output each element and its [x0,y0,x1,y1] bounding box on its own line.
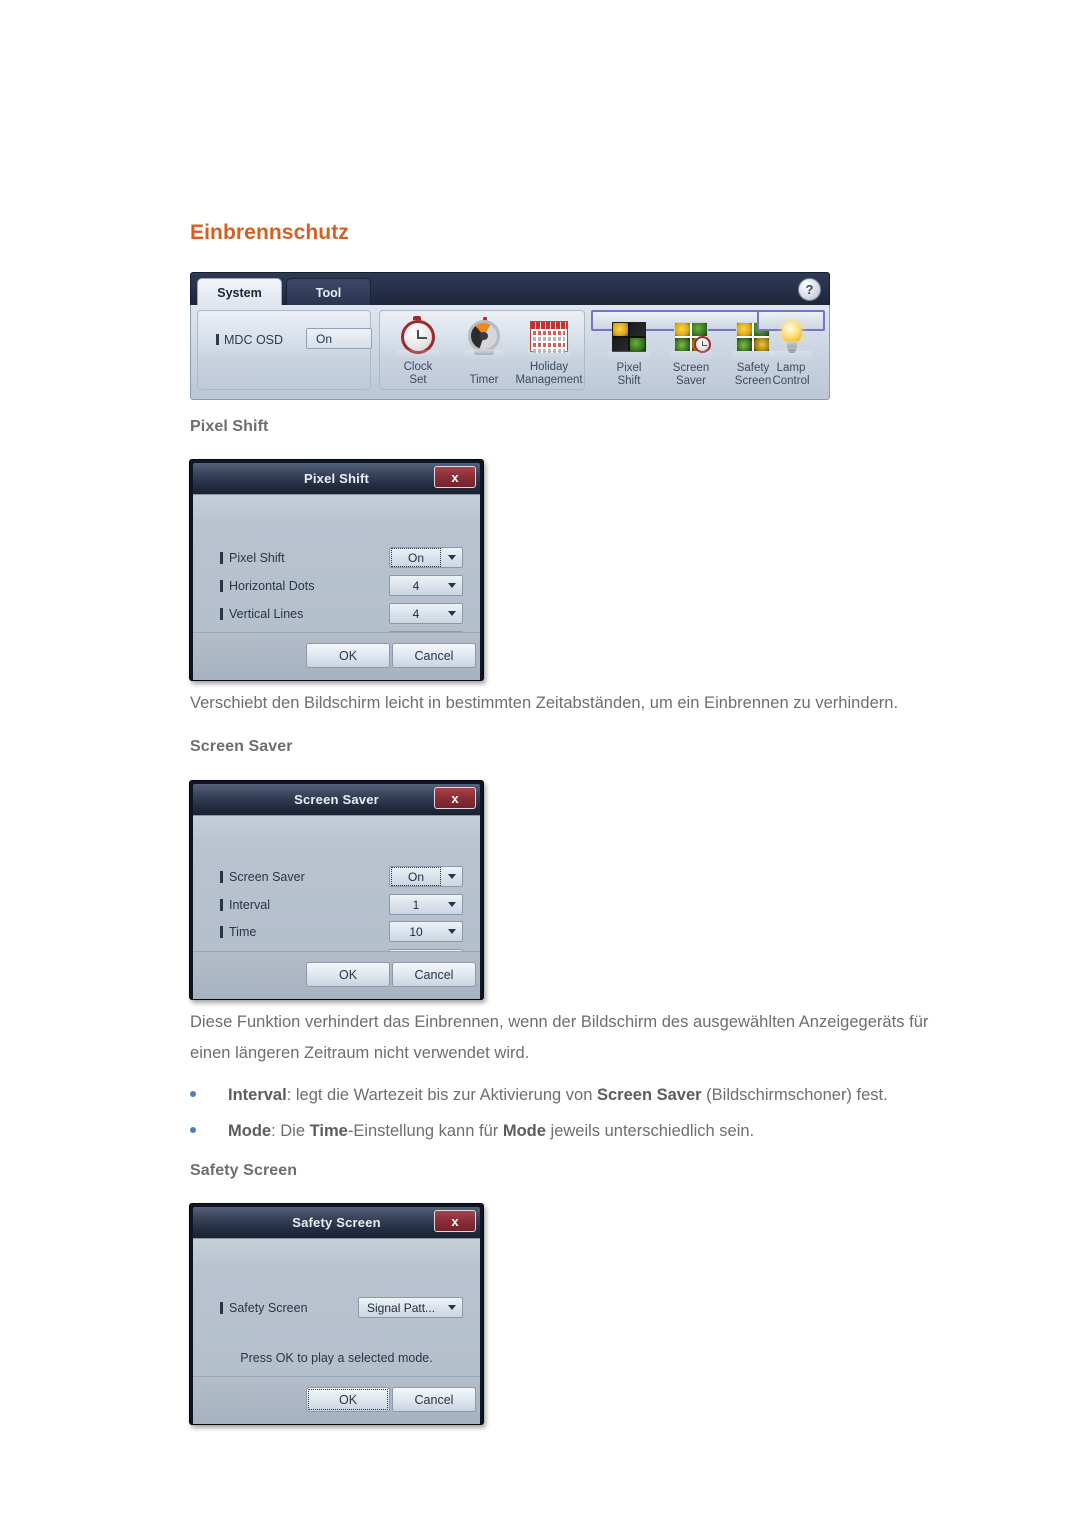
toolbar-item-pixel-shift[interactable]: Pixel Shift [597,316,661,388]
toolbar-item-timer[interactable]: Timer [452,315,516,387]
label-bullet-bar [216,334,219,345]
vertical-lines-select[interactable]: 4 [389,603,463,624]
tab-strip: System Tool ? [190,272,830,306]
dialog-title-bar: Screen Saver x [193,784,480,815]
timer-icon [463,317,505,359]
bullet-icon [190,1127,196,1133]
horizontal-dots-select[interactable]: 4 [389,575,463,596]
toolbar-group-lamp: Lamp Control [757,310,825,387]
cancel-button[interactable]: Cancel [392,962,476,987]
pixel-shift-dialog: Pixel Shift x Pixel Shift On Horizontal … [189,459,484,681]
ok-button[interactable]: OK [306,962,390,987]
pixel-shift-description: Verschiebt den Bildschirm leicht in best… [190,694,899,712]
bullet-interval: Interval: legt die Wartezeit bis zur Akt… [190,1080,990,1111]
toolbar-item-screen-saver[interactable]: Screen Saver [659,316,723,388]
mdc-toolbar: System Tool ? MDC OSD On Clock Set Timer… [190,272,830,400]
clock-icon [397,316,439,359]
interval-select[interactable]: 1 [389,894,463,915]
dialog-row: Screen Saver On [193,864,480,890]
toolbar-group-osd: MDC OSD On [197,310,372,390]
dialog-row: Time 10 [193,919,480,945]
dialog-body: Screen Saver On Interval 1 Time 10 OK Ca… [193,815,480,999]
tab-tool[interactable]: Tool [286,278,371,306]
safety-screen-select[interactable]: Signal Patt... [358,1297,463,1318]
screen-saver-select[interactable]: On [389,866,463,887]
pixel-shift-select[interactable]: On [389,547,463,568]
screen-saver-dialog: Screen Saver x Screen Saver On Interval … [189,780,484,1000]
dialog-row: Horizontal Dots 4 [193,573,480,599]
close-icon[interactable]: x [434,1210,476,1232]
dialog-row: Pixel Shift On [193,545,480,571]
chevron-down-icon [448,611,456,616]
dialog-body: Safety Screen Signal Patt... Press OK to… [193,1238,480,1424]
dialog-footer: OK Cancel [193,1377,480,1424]
dialog-row: Safety Screen Signal Patt... [193,1295,480,1321]
dialog-footer: OK Cancel [193,952,480,999]
chevron-down-icon [448,1305,456,1310]
section-heading-screen-saver: Screen Saver [190,738,293,755]
bullet-icon [190,1091,196,1097]
safety-screen-dialog: Safety Screen x Safety Screen Signal Pat… [189,1203,484,1425]
dialog-row: Vertical Lines 4 [193,601,480,627]
pixel-shift-icon [608,320,650,360]
screen-saver-description-line2: einen längeren Zeitraum nicht verwendet … [190,1044,530,1062]
calendar-icon [528,319,570,359]
bullet-text: Interval: legt die Wartezeit bis zur Akt… [228,1086,888,1104]
section-heading-safety-screen: Safety Screen [190,1162,298,1179]
time-select[interactable]: 10 [389,921,463,942]
bullet-mode: Mode: Die Time-Einstellung kann für Mode… [190,1116,990,1147]
dialog-title-bar: Pixel Shift x [193,463,480,494]
lamp-control-icon [770,320,812,360]
ok-button[interactable]: OK [306,643,390,668]
toolbar-item-lamp-control[interactable]: Lamp Control [759,316,823,388]
chevron-down-icon [448,902,456,907]
tab-system[interactable]: System [197,278,282,306]
page-title: Einbrennschutz [190,221,349,244]
chevron-down-icon [448,929,456,934]
chevron-down-icon [448,555,456,560]
help-icon[interactable]: ? [798,278,821,301]
mdc-osd-select[interactable]: On [306,328,372,349]
bullet-text: Mode: Die Time-Einstellung kann für Mode… [228,1122,755,1140]
cancel-button[interactable]: Cancel [392,643,476,668]
section-heading-pixel-shift: Pixel Shift [190,418,269,435]
dialog-row: Interval 1 [193,892,480,918]
toolbar-body: MDC OSD On Clock Set Timer Holiday Manag… [190,305,830,400]
toolbar-item-holiday-management[interactable]: Holiday Management [513,315,585,387]
ok-button[interactable]: OK [306,1387,390,1412]
screen-saver-icon [670,320,712,360]
chevron-down-icon [448,583,456,588]
mdc-osd-label: MDC OSD [216,333,283,347]
document-page: Einbrennschutz System Tool ? MDC OSD On [0,0,1080,1527]
close-icon[interactable]: x [434,787,476,809]
cancel-button[interactable]: Cancel [392,1387,476,1412]
dialog-footer: OK Cancel [193,633,480,680]
toolbar-item-clock-set[interactable]: Clock Set [386,315,450,387]
dialog-body: Pixel Shift On Horizontal Dots 4 Vertica… [193,494,480,680]
close-icon[interactable]: x [434,466,476,488]
safety-screen-note: Press OK to play a selected mode. [240,1351,433,1365]
screen-saver-description-line1: Diese Funktion verhindert das Einbrennen… [190,1013,929,1031]
chevron-down-icon [448,874,456,879]
toolbar-group-time: Clock Set Timer Holiday Management [379,310,585,390]
dialog-title-bar: Safety Screen x [193,1207,480,1238]
